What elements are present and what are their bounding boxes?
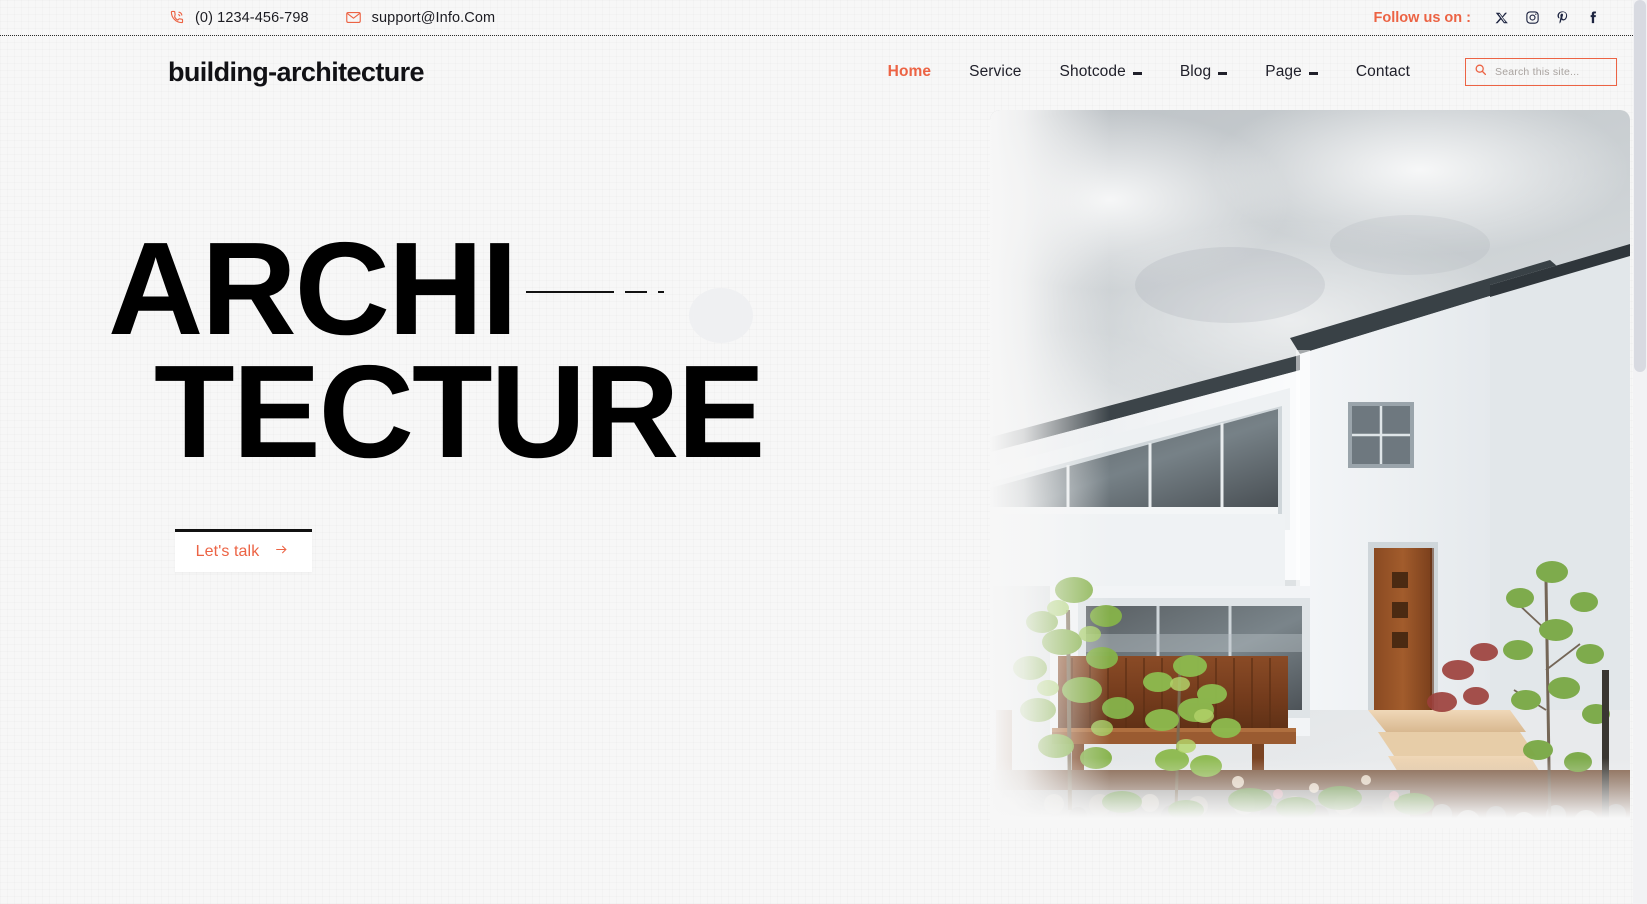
nav-label-page: Page bbox=[1265, 63, 1302, 80]
email-contact-link[interactable]: support@Info.Com bbox=[345, 9, 496, 26]
phone-icon bbox=[168, 9, 185, 26]
hero-title-row-1: ARCHI bbox=[108, 215, 760, 362]
rule-segment-dot bbox=[657, 291, 664, 294]
page-root: (0) 1234-456-798 support@Info.Com Follow… bbox=[0, 0, 1647, 904]
x-twitter-icon[interactable] bbox=[1487, 5, 1517, 31]
hero-image bbox=[990, 110, 1630, 828]
top-utility-bar: (0) 1234-456-798 support@Info.Com Follow… bbox=[0, 0, 1647, 36]
site-header: building-architecture Home Service Shotc… bbox=[0, 36, 1647, 108]
follow-us-label: Follow us on : bbox=[1373, 9, 1471, 26]
envelope-icon bbox=[345, 9, 362, 26]
lets-talk-button[interactable]: Let's talk bbox=[175, 529, 312, 573]
main-navigation: Home Service Shotcode Blog Page Contact bbox=[869, 58, 1617, 86]
phone-contact-link[interactable]: (0) 1234-456-798 bbox=[168, 9, 309, 26]
nav-item-service[interactable]: Service bbox=[950, 63, 1040, 81]
nav-label-contact: Contact bbox=[1355, 63, 1410, 80]
nav-label-service: Service bbox=[969, 63, 1022, 80]
nav-item-blog[interactable]: Blog bbox=[1161, 63, 1246, 81]
chevron-down-icon bbox=[1308, 71, 1318, 75]
hero-decorative-rule bbox=[525, 291, 664, 294]
site-search[interactable] bbox=[1465, 58, 1617, 86]
search-input[interactable] bbox=[1495, 66, 1608, 78]
house-illustration bbox=[990, 110, 1630, 828]
hero-title-line-1: ARCHI bbox=[108, 215, 518, 362]
chevron-down-icon bbox=[1218, 71, 1228, 75]
nav-label-home: Home bbox=[887, 63, 932, 80]
topbar-contact-group: (0) 1234-456-798 support@Info.Com bbox=[168, 9, 495, 26]
topbar-social-group: Follow us on : bbox=[1374, 5, 1617, 31]
email-address-text: support@Info.Com bbox=[371, 9, 496, 26]
lets-talk-label: Let's talk bbox=[195, 543, 260, 561]
arrow-right-icon bbox=[272, 543, 291, 561]
nav-label-shotcode: Shotcode bbox=[1059, 63, 1126, 80]
rule-segment-mid bbox=[624, 291, 647, 294]
page-scrollbar-track[interactable] bbox=[1633, 0, 1647, 904]
nav-label-blog: Blog bbox=[1179, 63, 1212, 80]
hero-copy: ARCHI TECTURE Let's talk bbox=[0, 108, 765, 573]
instagram-icon[interactable] bbox=[1517, 5, 1547, 31]
pinterest-icon[interactable] bbox=[1547, 5, 1577, 31]
nav-item-home[interactable]: Home bbox=[869, 63, 950, 81]
search-icon bbox=[1474, 63, 1487, 81]
nav-item-shotcode[interactable]: Shotcode bbox=[1041, 63, 1161, 81]
nav-item-contact[interactable]: Contact bbox=[1337, 63, 1429, 81]
nav-item-page[interactable]: Page bbox=[1246, 63, 1337, 81]
site-logo[interactable]: building-architecture bbox=[168, 57, 425, 88]
rule-segment-long bbox=[525, 291, 614, 294]
phone-number-text: (0) 1234-456-798 bbox=[195, 9, 309, 26]
chevron-down-icon bbox=[1132, 71, 1142, 75]
facebook-icon[interactable] bbox=[1577, 5, 1607, 31]
page-scrollbar-thumb[interactable] bbox=[1634, 0, 1646, 372]
hero-title-line-2: TECTURE bbox=[154, 337, 765, 485]
hero-section: ARCHI TECTURE Let's talk bbox=[0, 108, 1647, 904]
